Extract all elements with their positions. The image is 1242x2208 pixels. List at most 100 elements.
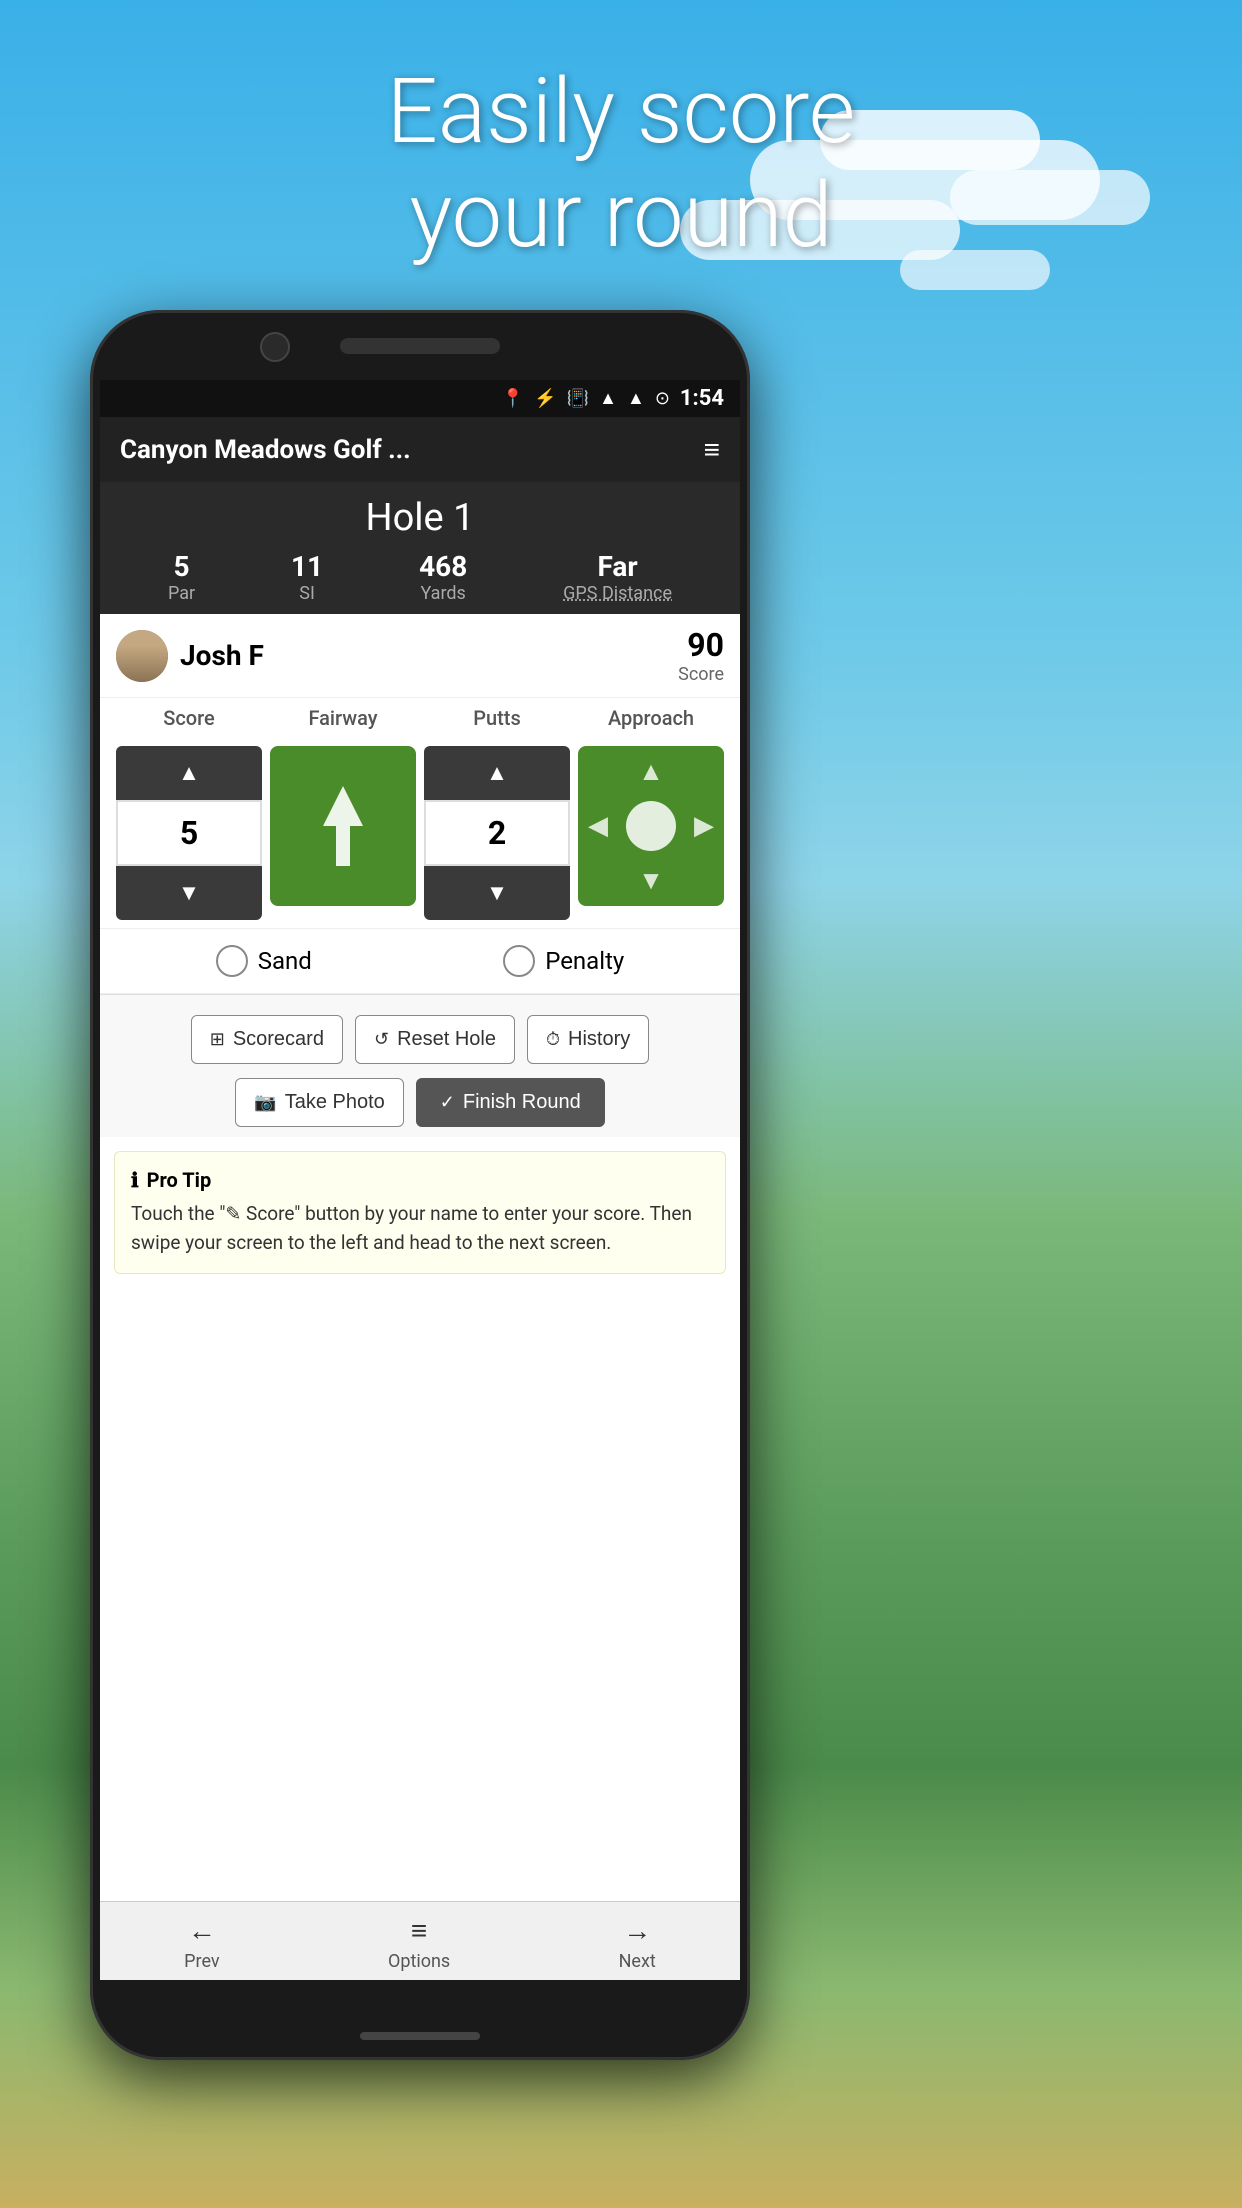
- hamburger-menu-icon[interactable]: ≡: [704, 433, 720, 466]
- wifi-icon: ▲: [599, 388, 617, 409]
- approach-right-icon: ▶: [694, 811, 714, 841]
- options-label: Options: [388, 1951, 450, 1972]
- si-value: 11: [291, 550, 323, 583]
- header-putts: Putts: [420, 702, 574, 738]
- sand-checkbox[interactable]: [216, 945, 248, 977]
- phone-camera: [260, 332, 290, 362]
- putts-control: ▲ 2 ▼: [420, 746, 574, 920]
- player-info: Josh F: [116, 630, 264, 682]
- player-score-value: 90: [678, 626, 724, 664]
- player-score-label: Score: [678, 664, 724, 685]
- prev-label: Prev: [184, 1951, 219, 1972]
- hole-par: 5 Par: [168, 550, 195, 604]
- fairway-control[interactable]: [270, 746, 416, 906]
- action-row-1: ⊞ Scorecard ↺ Reset Hole ⏱ History: [116, 1015, 724, 1064]
- app-title: Canyon Meadows Golf ...: [120, 435, 411, 465]
- hero-line1: Easily score: [0, 60, 1242, 164]
- header-approach: Approach: [574, 702, 728, 738]
- sand-label: Sand: [258, 947, 312, 975]
- sand-checkbox-item: Sand: [216, 945, 312, 977]
- penalty-checkbox[interactable]: [503, 945, 535, 977]
- scorecard-icon: ⊞: [210, 1029, 225, 1050]
- hole-title: Hole 1: [110, 496, 730, 540]
- history-icon: ⏱: [546, 1029, 560, 1050]
- score-value: 5: [116, 800, 262, 866]
- score-down-button[interactable]: ▼: [116, 866, 262, 920]
- action-row-2: 📷 Take Photo ✓ Finish Round: [116, 1078, 724, 1127]
- take-photo-label: Take Photo: [285, 1091, 385, 1114]
- finish-round-label: Finish Round: [463, 1091, 581, 1114]
- player-name: Josh F: [180, 639, 264, 672]
- approach-down-icon: ▼: [638, 865, 664, 896]
- options-icon: ≡: [411, 1914, 427, 1947]
- take-photo-button[interactable]: 📷 Take Photo: [235, 1078, 404, 1127]
- player-score-section: 90 Score: [678, 626, 724, 685]
- camera-icon: 📷: [254, 1092, 276, 1113]
- checkmark-icon: ✓: [440, 1092, 455, 1113]
- pro-tip-section: ℹ Pro Tip Touch the "✎ Score" button by …: [114, 1151, 726, 1274]
- yards-value: 468: [419, 550, 467, 583]
- gps-label: GPS Distance: [563, 583, 672, 604]
- scorecard-label: Scorecard: [233, 1028, 324, 1051]
- history-button[interactable]: ⏱ History: [527, 1015, 649, 1064]
- phone-screen: 📍 ⚡ 📳 ▲ ▲ ⊙ 1:54 Canyon Meadows Golf ...…: [100, 380, 740, 1980]
- next-label: Next: [619, 1951, 656, 1972]
- hole-stats: 5 Par 11 SI 468 Yards Far GPS Distance: [110, 550, 730, 604]
- par-label: Par: [168, 583, 195, 604]
- gps-value: Far: [563, 550, 672, 583]
- finish-round-button[interactable]: ✓ Finish Round: [416, 1078, 605, 1127]
- nav-next[interactable]: → Next: [619, 1914, 656, 1972]
- pro-tip-text: Touch the "✎ Score" button by your name …: [131, 1200, 709, 1257]
- hole-info-section: Hole 1 5 Par 11 SI 468 Yards Far GPS Dis…: [100, 482, 740, 614]
- putts-up-button[interactable]: ▲: [424, 746, 570, 800]
- putts-down-button[interactable]: ▼: [424, 866, 570, 920]
- phone-home-bar: [360, 2032, 480, 2040]
- info-icon: ℹ: [131, 1168, 139, 1192]
- approach-control-wrapper: ▲ ◀ ▶ ▼: [574, 746, 728, 920]
- hole-yards: 468 Yards: [419, 550, 467, 604]
- alarm-icon: ⊙: [655, 388, 670, 409]
- scorecard-button[interactable]: ⊞ Scorecard: [191, 1015, 343, 1064]
- si-label: SI: [291, 583, 323, 604]
- phone-frame: 📍 ⚡ 📳 ▲ ▲ ⊙ 1:54 Canyon Meadows Golf ...…: [90, 310, 750, 2060]
- pro-tip-title-text: Pro Tip: [147, 1168, 212, 1192]
- header-fairway: Fairway: [266, 702, 420, 738]
- nav-prev[interactable]: ← Prev: [184, 1914, 219, 1972]
- app-header: Canyon Meadows Golf ... ≡: [100, 417, 740, 482]
- avatar: [116, 630, 168, 682]
- reset-hole-label: Reset Hole: [397, 1028, 496, 1051]
- bottom-nav: ← Prev ≡ Options → Next: [100, 1901, 740, 1980]
- yards-label: Yards: [419, 583, 467, 604]
- action-buttons-section: ⊞ Scorecard ↺ Reset Hole ⏱ History 📷: [100, 995, 740, 1137]
- nav-options[interactable]: ≡ Options: [388, 1914, 450, 1972]
- score-control: ▲ 5 ▼: [112, 746, 266, 920]
- reset-hole-button[interactable]: ↺ Reset Hole: [355, 1015, 515, 1064]
- status-bar: 📍 ⚡ 📳 ▲ ▲ ⊙ 1:54: [100, 380, 740, 417]
- vibrate-icon: 📳: [567, 388, 589, 409]
- reset-icon: ↺: [374, 1029, 389, 1050]
- putts-value: 2: [424, 800, 570, 866]
- score-grid-headers: Score Fairway Putts Approach: [100, 698, 740, 738]
- hole-si: 11 SI: [291, 550, 323, 604]
- pro-tip-title: ℹ Pro Tip: [131, 1168, 709, 1192]
- signal-icon: ▲: [627, 388, 645, 409]
- score-up-button[interactable]: ▲: [116, 746, 262, 800]
- status-time: 1:54: [680, 386, 724, 411]
- avatar-image: [116, 630, 168, 682]
- hero-text-container: Easily score your round: [0, 60, 1242, 267]
- prev-icon: ←: [188, 1914, 216, 1947]
- approach-center-dot: [626, 801, 676, 851]
- fairway-control-wrapper: [266, 746, 420, 920]
- player-section: Josh F 90 Score Score Fairway Putts Appr…: [100, 614, 740, 1901]
- par-value: 5: [168, 550, 195, 583]
- score-grid-controls: ▲ 5 ▼ ▲ 2 ▼: [100, 738, 740, 929]
- bluetooth-icon: ⚡: [534, 388, 556, 409]
- hole-gps: Far GPS Distance: [563, 550, 672, 604]
- penalty-checkbox-item: Penalty: [503, 945, 624, 977]
- approach-control[interactable]: ▲ ◀ ▶ ▼: [578, 746, 724, 906]
- hero-line2: your round: [0, 164, 1242, 268]
- player-header: Josh F 90 Score: [100, 614, 740, 698]
- header-score: Score: [112, 702, 266, 738]
- approach-left-icon: ◀: [588, 811, 608, 841]
- penalty-label: Penalty: [545, 947, 624, 975]
